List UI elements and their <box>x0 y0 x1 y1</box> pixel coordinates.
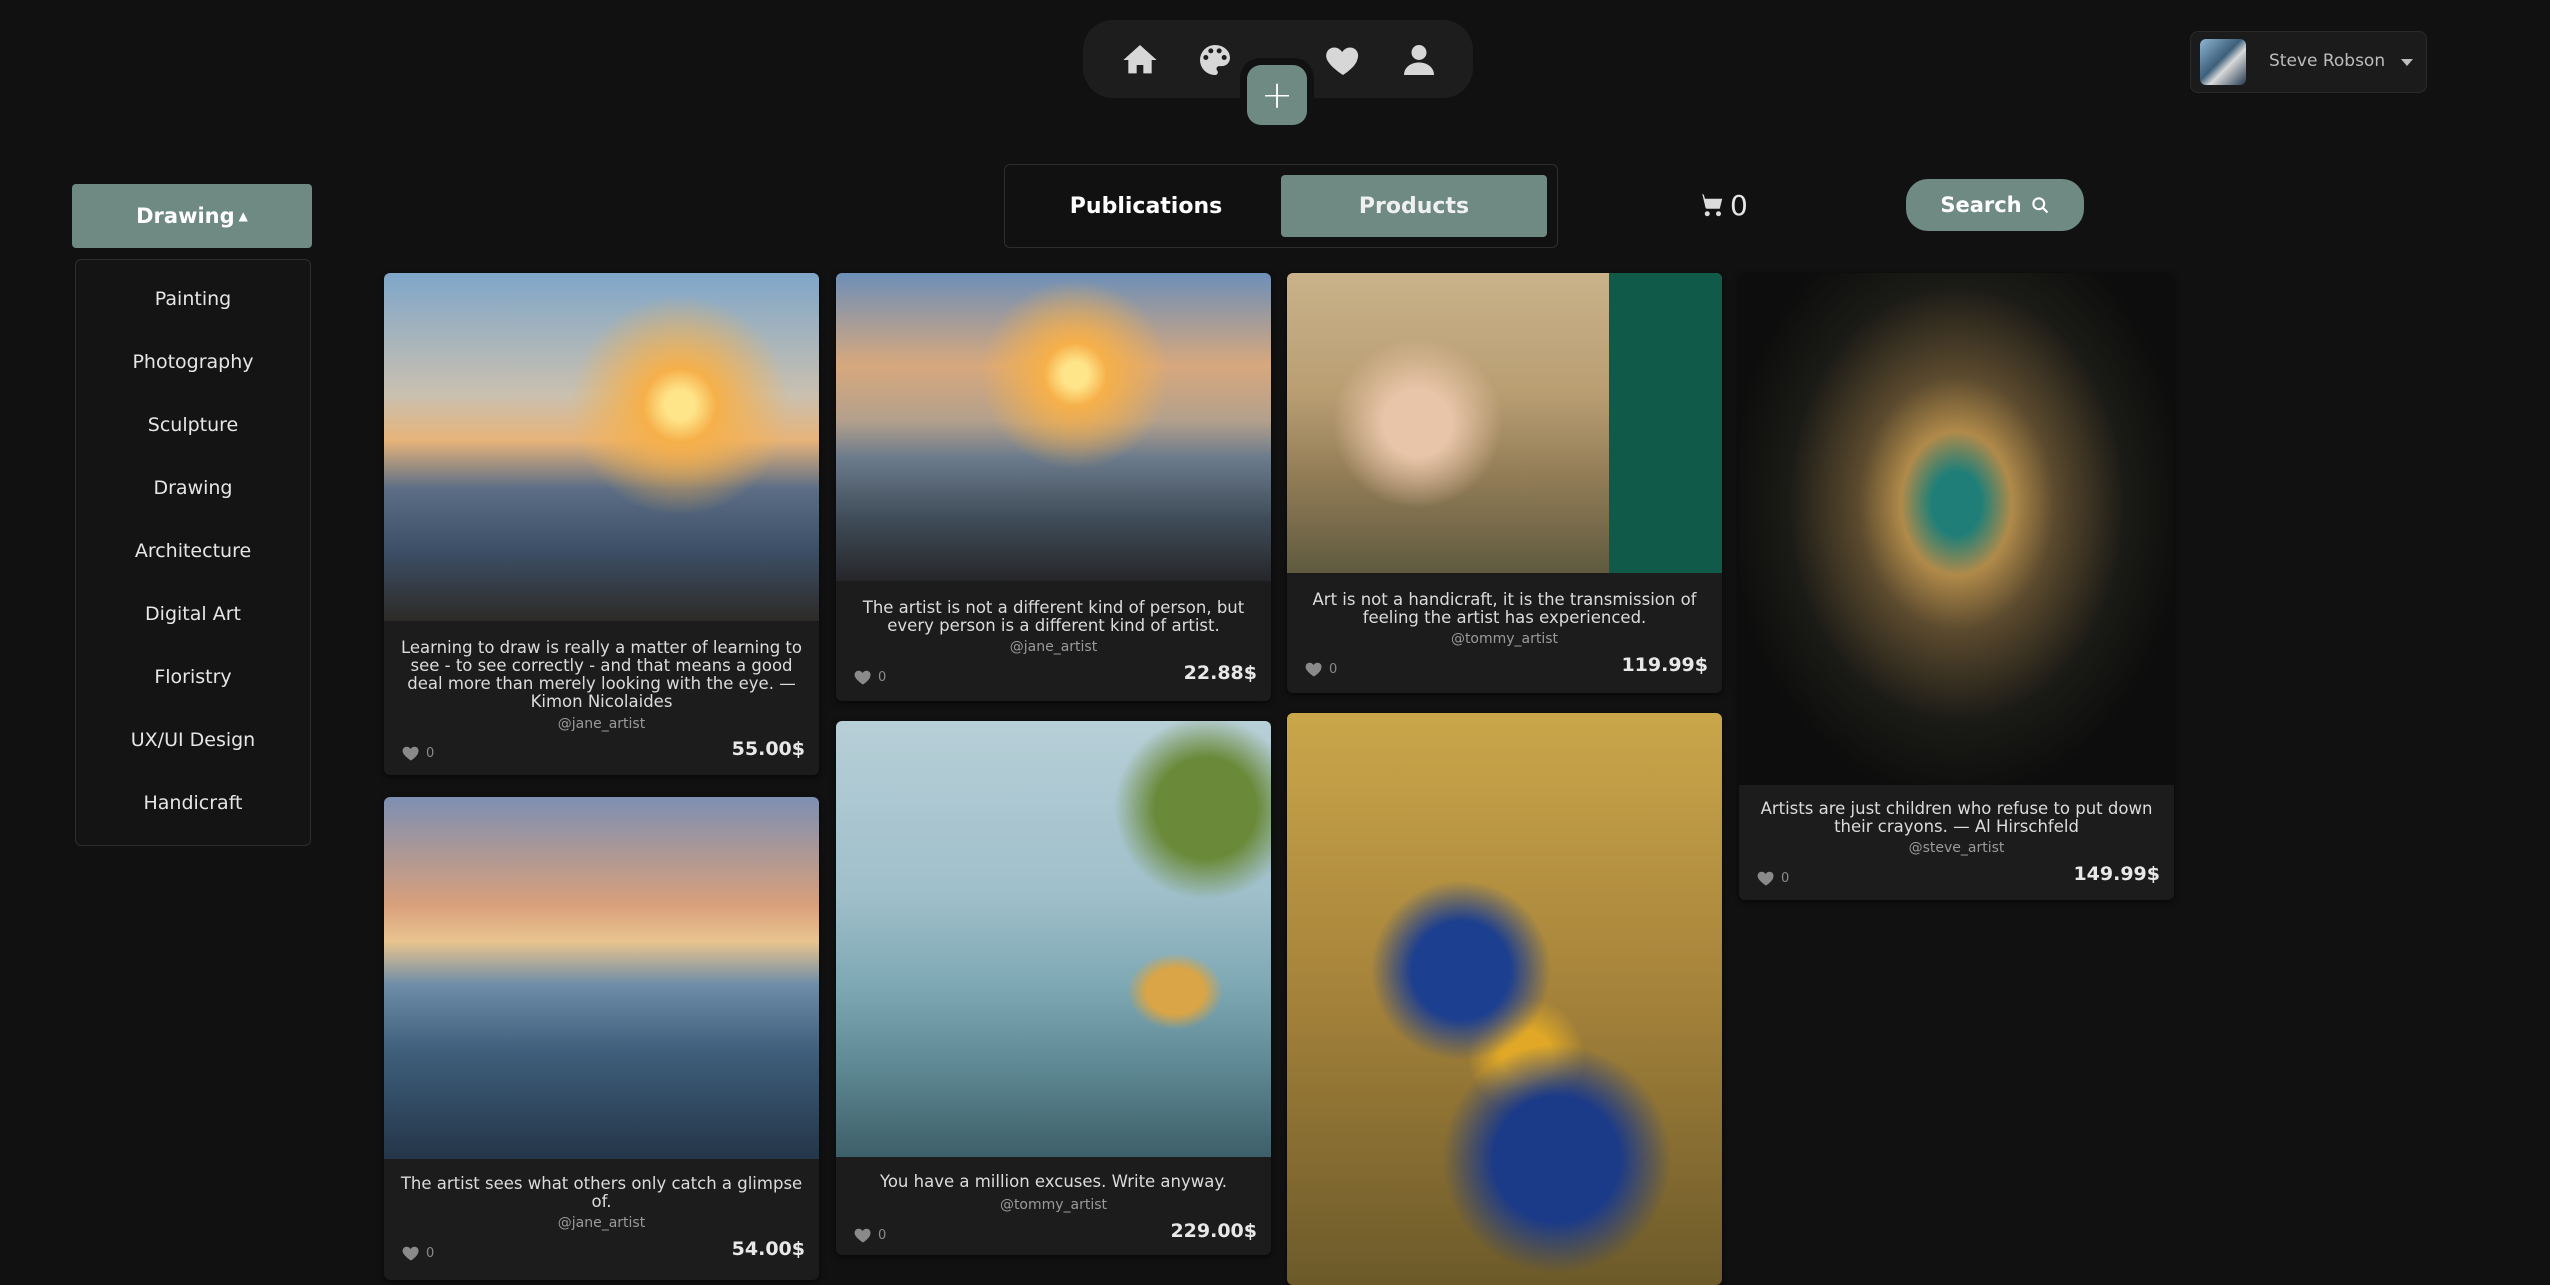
add-button[interactable]: + <box>1240 58 1314 132</box>
avatar <box>2200 39 2246 85</box>
artwork-image <box>384 273 819 621</box>
artwork-image <box>1287 273 1722 573</box>
product-card[interactable]: The artist sees what others only catch a… <box>384 797 819 1280</box>
palette-icon[interactable] <box>1195 40 1235 80</box>
category-item-digital-art[interactable]: Digital Art <box>76 603 310 625</box>
search-label: Search <box>1940 193 2022 217</box>
cart-button[interactable]: 0 <box>1696 188 1748 222</box>
card-price: 119.99$ <box>1621 654 1708 676</box>
category-item-drawing[interactable]: Drawing <box>76 477 310 499</box>
plus-icon: + <box>1247 65 1307 125</box>
product-card[interactable]: You have a million excuses. Write anyway… <box>836 721 1271 1255</box>
card-author[interactable]: @jane_artist <box>836 639 1271 655</box>
category-item-painting[interactable]: Painting <box>76 288 310 310</box>
artwork-image <box>384 797 819 1159</box>
heart-icon <box>402 746 419 761</box>
artwork-image <box>1739 273 2174 785</box>
search-button[interactable]: Search <box>1906 179 2084 231</box>
category-item-floristry[interactable]: Floristry <box>76 666 310 688</box>
home-icon[interactable] <box>1120 40 1160 80</box>
card-price: 149.99$ <box>2073 863 2160 885</box>
heart-icon <box>1757 871 1774 886</box>
category-list: Painting Photography Sculpture Drawing A… <box>75 259 311 846</box>
like-count: 0 <box>1329 661 1338 677</box>
card-quote: Art is not a handicraft, it is the trans… <box>1312 590 1697 627</box>
card-author[interactable]: @jane_artist <box>384 1215 819 1231</box>
heart-icon <box>402 1246 419 1261</box>
card-quote: The artist is not a different kind of pe… <box>862 598 1245 635</box>
caret-up-icon: ▲ <box>238 209 248 223</box>
like-button[interactable]: 0 <box>852 667 886 687</box>
user-icon[interactable] <box>1399 40 1439 80</box>
product-card[interactable]: Art is not a handicraft, it is the trans… <box>1287 273 1722 693</box>
category-item-sculpture[interactable]: Sculpture <box>76 414 310 436</box>
card-author[interactable]: @jane_artist <box>384 716 819 732</box>
cart-icon <box>1698 193 1723 217</box>
category-dropdown-button[interactable]: Drawing ▲ <box>72 184 312 248</box>
card-price: 54.00$ <box>731 1238 805 1260</box>
search-icon <box>2031 197 2048 214</box>
product-card[interactable]: Artists are just children who refuse to … <box>1739 273 2174 900</box>
like-button[interactable]: 0 <box>852 1225 886 1245</box>
user-name: Steve Robson <box>2269 51 2386 71</box>
card-price: 229.00$ <box>1170 1220 1257 1242</box>
like-button[interactable]: 0 <box>1755 868 1789 888</box>
like-count: 0 <box>1781 870 1790 886</box>
category-item-architecture[interactable]: Architecture <box>76 540 310 562</box>
card-author[interactable]: @tommy_artist <box>836 1197 1271 1213</box>
card-quote: The artist sees what others only catch a… <box>400 1174 803 1211</box>
heart-icon <box>1305 662 1322 677</box>
user-menu[interactable]: Steve Robson <box>2190 31 2427 93</box>
artwork-image <box>1287 713 1722 1285</box>
category-item-handicraft[interactable]: Handicraft <box>76 792 310 814</box>
like-count: 0 <box>878 669 887 685</box>
card-quote: Learning to draw is really a matter of l… <box>400 638 802 711</box>
like-button[interactable]: 0 <box>400 743 434 763</box>
chevron-down-icon[interactable] <box>2401 59 2413 66</box>
like-count: 0 <box>426 1245 435 1261</box>
product-card[interactable]: The artist is not a different kind of pe… <box>836 273 1271 701</box>
like-button[interactable]: 0 <box>1303 659 1337 679</box>
cart-count: 0 <box>1730 188 1748 222</box>
product-card[interactable] <box>1287 713 1722 1285</box>
card-price: 55.00$ <box>731 738 805 760</box>
category-item-ux-ui-design[interactable]: UX/UI Design <box>76 729 310 751</box>
tab-publications[interactable]: Publications <box>1015 175 1277 237</box>
heart-icon <box>854 670 871 685</box>
card-author[interactable]: @steve_artist <box>1739 840 2174 856</box>
like-button[interactable]: 0 <box>400 1243 434 1263</box>
content-tabs: Publications Products <box>1004 164 1558 248</box>
heart-icon <box>854 1228 871 1243</box>
category-item-photography[interactable]: Photography <box>76 351 310 373</box>
card-price: 22.88$ <box>1183 662 1257 684</box>
heart-icon[interactable] <box>1323 40 1363 80</box>
product-card[interactable]: Learning to draw is really a matter of l… <box>384 273 819 775</box>
artwork-image <box>836 273 1271 581</box>
card-author[interactable]: @tommy_artist <box>1287 631 1722 647</box>
like-count: 0 <box>426 745 435 761</box>
card-quote: Artists are just children who refuse to … <box>1760 799 2153 836</box>
like-count: 0 <box>878 1227 887 1243</box>
tab-products[interactable]: Products <box>1281 175 1547 237</box>
category-selected-label: Drawing <box>136 204 235 228</box>
card-quote: You have a million excuses. Write anyway… <box>879 1172 1228 1191</box>
artwork-image <box>836 721 1271 1157</box>
